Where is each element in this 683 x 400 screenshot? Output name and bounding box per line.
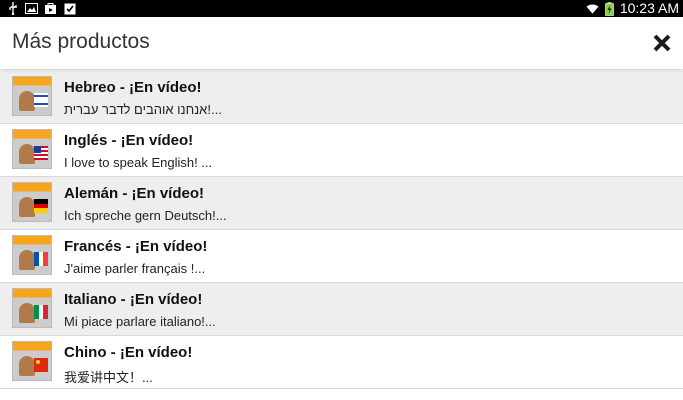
product-thumbnail bbox=[12, 288, 52, 328]
product-subtitle: I love to speak English! ... bbox=[64, 155, 213, 170]
product-subtitle: J'aime parler français !... bbox=[64, 261, 206, 276]
product-item[interactable]: Italiano - ¡En vídeo! Mi piace parlare it… bbox=[0, 283, 683, 336]
product-list: Hebreo - ¡En vídeo! אנחנו אוהבים לדבר עבר… bbox=[0, 71, 683, 389]
wifi-icon bbox=[586, 2, 599, 15]
presenter-image bbox=[19, 303, 35, 323]
product-item[interactable]: Hebreo - ¡En vídeo! אנחנו אוהבים לדבר עבר… bbox=[0, 71, 683, 124]
action-bar: Más productos bbox=[0, 17, 683, 69]
product-item[interactable]: Alemán - ¡En vídeo! Ich spreche gern Deut… bbox=[0, 177, 683, 230]
status-bar: 10:23 AM bbox=[0, 0, 683, 17]
product-title: Inglés - ¡En vídeo! bbox=[64, 132, 194, 149]
presenter-image bbox=[19, 144, 35, 164]
store-icon bbox=[44, 2, 57, 15]
presenter-image bbox=[19, 91, 35, 111]
product-item[interactable]: Inglés - ¡En vídeo! I love to speak Engli… bbox=[0, 124, 683, 177]
flag-usa-icon bbox=[34, 146, 48, 160]
presenter-image bbox=[19, 356, 35, 376]
presenter-image bbox=[19, 197, 35, 217]
product-item[interactable]: Francés - ¡En vídeo! J'aime parler frança… bbox=[0, 230, 683, 283]
product-title: Francés - ¡En vídeo! bbox=[64, 238, 208, 255]
page-title: Más productos bbox=[12, 30, 150, 53]
product-title: Italiano - ¡En vídeo! bbox=[64, 291, 203, 308]
product-title: Chino - ¡En vídeo! bbox=[64, 344, 193, 361]
product-subtitle: Ich spreche gern Deutsch!... bbox=[64, 208, 227, 223]
product-title: Alemán - ¡En vídeo! bbox=[64, 185, 205, 202]
image-icon bbox=[25, 2, 38, 15]
system-icons: 10:23 AM bbox=[586, 0, 679, 17]
flag-china-icon bbox=[34, 358, 48, 372]
product-thumbnail bbox=[12, 129, 52, 169]
product-subtitle: 我爱讲中文！... bbox=[64, 370, 153, 385]
presenter-image bbox=[19, 250, 35, 270]
product-thumbnail bbox=[12, 76, 52, 116]
battery-charging-icon bbox=[603, 1, 616, 16]
close-button[interactable] bbox=[651, 32, 673, 54]
flag-france-icon bbox=[34, 252, 48, 266]
product-thumbnail bbox=[12, 341, 52, 381]
clock: 10:23 AM bbox=[619, 0, 679, 16]
clipboard-check-icon bbox=[63, 2, 76, 15]
notification-icons bbox=[6, 1, 76, 16]
flag-germany-icon bbox=[34, 199, 48, 213]
usb-icon bbox=[6, 2, 19, 15]
product-thumbnail bbox=[12, 235, 52, 275]
product-thumbnail bbox=[12, 182, 52, 222]
flag-italy-icon bbox=[34, 305, 48, 319]
flag-israel-icon bbox=[34, 93, 48, 107]
product-item[interactable]: Chino - ¡En vídeo! 我爱讲中文！... bbox=[0, 336, 683, 389]
close-icon bbox=[653, 34, 671, 52]
product-subtitle: אנחנו אוהבים לדבר עברית!... bbox=[64, 102, 222, 117]
product-subtitle: Mi piace parlare italiano!... bbox=[64, 314, 216, 329]
product-title: Hebreo - ¡En vídeo! bbox=[64, 79, 202, 96]
